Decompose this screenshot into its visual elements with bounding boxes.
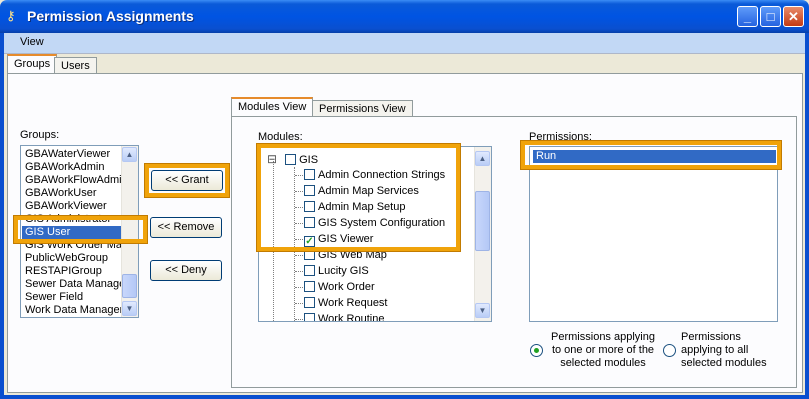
- module-label: Lucity GIS: [318, 265, 369, 277]
- module-checkbox[interactable]: [304, 265, 315, 276]
- radio-one-or-more[interactable]: [530, 344, 543, 357]
- module-checkbox[interactable]: [304, 281, 315, 292]
- tree-connector: [295, 254, 303, 256]
- group-list-item[interactable]: RESTAPIGroup: [22, 265, 122, 278]
- group-list-item[interactable]: GBAWaterViewer: [22, 148, 122, 161]
- tree-connector: [295, 270, 303, 272]
- tab-modules-view[interactable]: Modules View: [231, 97, 314, 116]
- scroll-down-icon[interactable]: ▼: [475, 303, 490, 318]
- group-list-item[interactable]: GBAWorkUser: [22, 187, 122, 200]
- group-list-item[interactable]: Work Data Manager: [22, 304, 123, 317]
- radio-all-selected[interactable]: [663, 344, 676, 357]
- tab-groups[interactable]: Groups: [7, 54, 58, 73]
- modules-scrollbar[interactable]: ▲ ▼: [474, 147, 491, 321]
- tree-connector: [295, 318, 303, 320]
- scroll-thumb[interactable]: [475, 191, 490, 251]
- group-list-item[interactable]: GBAWorkFlowAdmin: [22, 174, 128, 187]
- scroll-down-icon[interactable]: ▼: [122, 301, 137, 316]
- app-key-icon: ⚷: [6, 8, 16, 23]
- maximize-button[interactable]: □: [760, 6, 781, 27]
- radio-all-selected-label: Permissions applying to all selected mod…: [681, 331, 767, 369]
- module-label: Work Request: [318, 297, 388, 309]
- window-title: Permission Assignments: [27, 8, 194, 24]
- tab-permissions-view[interactable]: Permissions View: [312, 100, 413, 117]
- window-frame-bottom: [0, 395, 809, 399]
- remove-button[interactable]: << Remove: [150, 217, 222, 238]
- modules-highlight: [257, 144, 460, 251]
- deny-button[interactable]: << Deny: [150, 260, 222, 281]
- menu-bar: View: [4, 33, 805, 54]
- gis-user-highlight: [14, 216, 147, 243]
- tree-connector: [295, 302, 303, 304]
- group-list-item[interactable]: PublicWebGroup: [22, 252, 122, 265]
- groups-label: Groups:: [20, 129, 60, 141]
- tab-users[interactable]: Users: [54, 57, 97, 74]
- module-item[interactable]: Work Request: [295, 295, 388, 311]
- module-checkbox[interactable]: [304, 297, 315, 308]
- module-item[interactable]: Lucity GIS: [295, 263, 369, 279]
- group-list-item[interactable]: Sewer Data Manage: [22, 278, 125, 291]
- radio-one-or-more-label: Permissions applying to one or more of t…: [551, 331, 655, 369]
- group-list-item[interactable]: GBAWorkViewer: [22, 200, 122, 213]
- group-list-item[interactable]: GBAWorkAdmin: [22, 161, 122, 174]
- group-list-item[interactable]: Sewer Field: [22, 291, 122, 304]
- module-item[interactable]: Work Order: [295, 279, 375, 295]
- close-button[interactable]: ✕: [783, 6, 804, 27]
- minimize-button[interactable]: _: [737, 6, 758, 27]
- tree-connector: [295, 286, 303, 288]
- permissions-listbox[interactable]: Run: [529, 146, 778, 322]
- grant-highlight: [145, 164, 229, 197]
- scroll-up-icon[interactable]: ▲: [122, 147, 137, 162]
- module-checkbox[interactable]: [304, 313, 315, 321]
- window-frame-right: [805, 33, 809, 399]
- menu-view[interactable]: View: [20, 36, 44, 48]
- module-item[interactable]: Work Routine: [295, 311, 385, 322]
- window-frame-left: [0, 33, 4, 399]
- run-highlight: [521, 141, 781, 169]
- module-label: Work Routine: [318, 313, 385, 322]
- module-label: Work Order: [318, 281, 375, 293]
- scroll-up-icon[interactable]: ▲: [475, 151, 490, 166]
- modules-label: Modules:: [258, 131, 303, 143]
- scroll-thumb[interactable]: [122, 274, 137, 298]
